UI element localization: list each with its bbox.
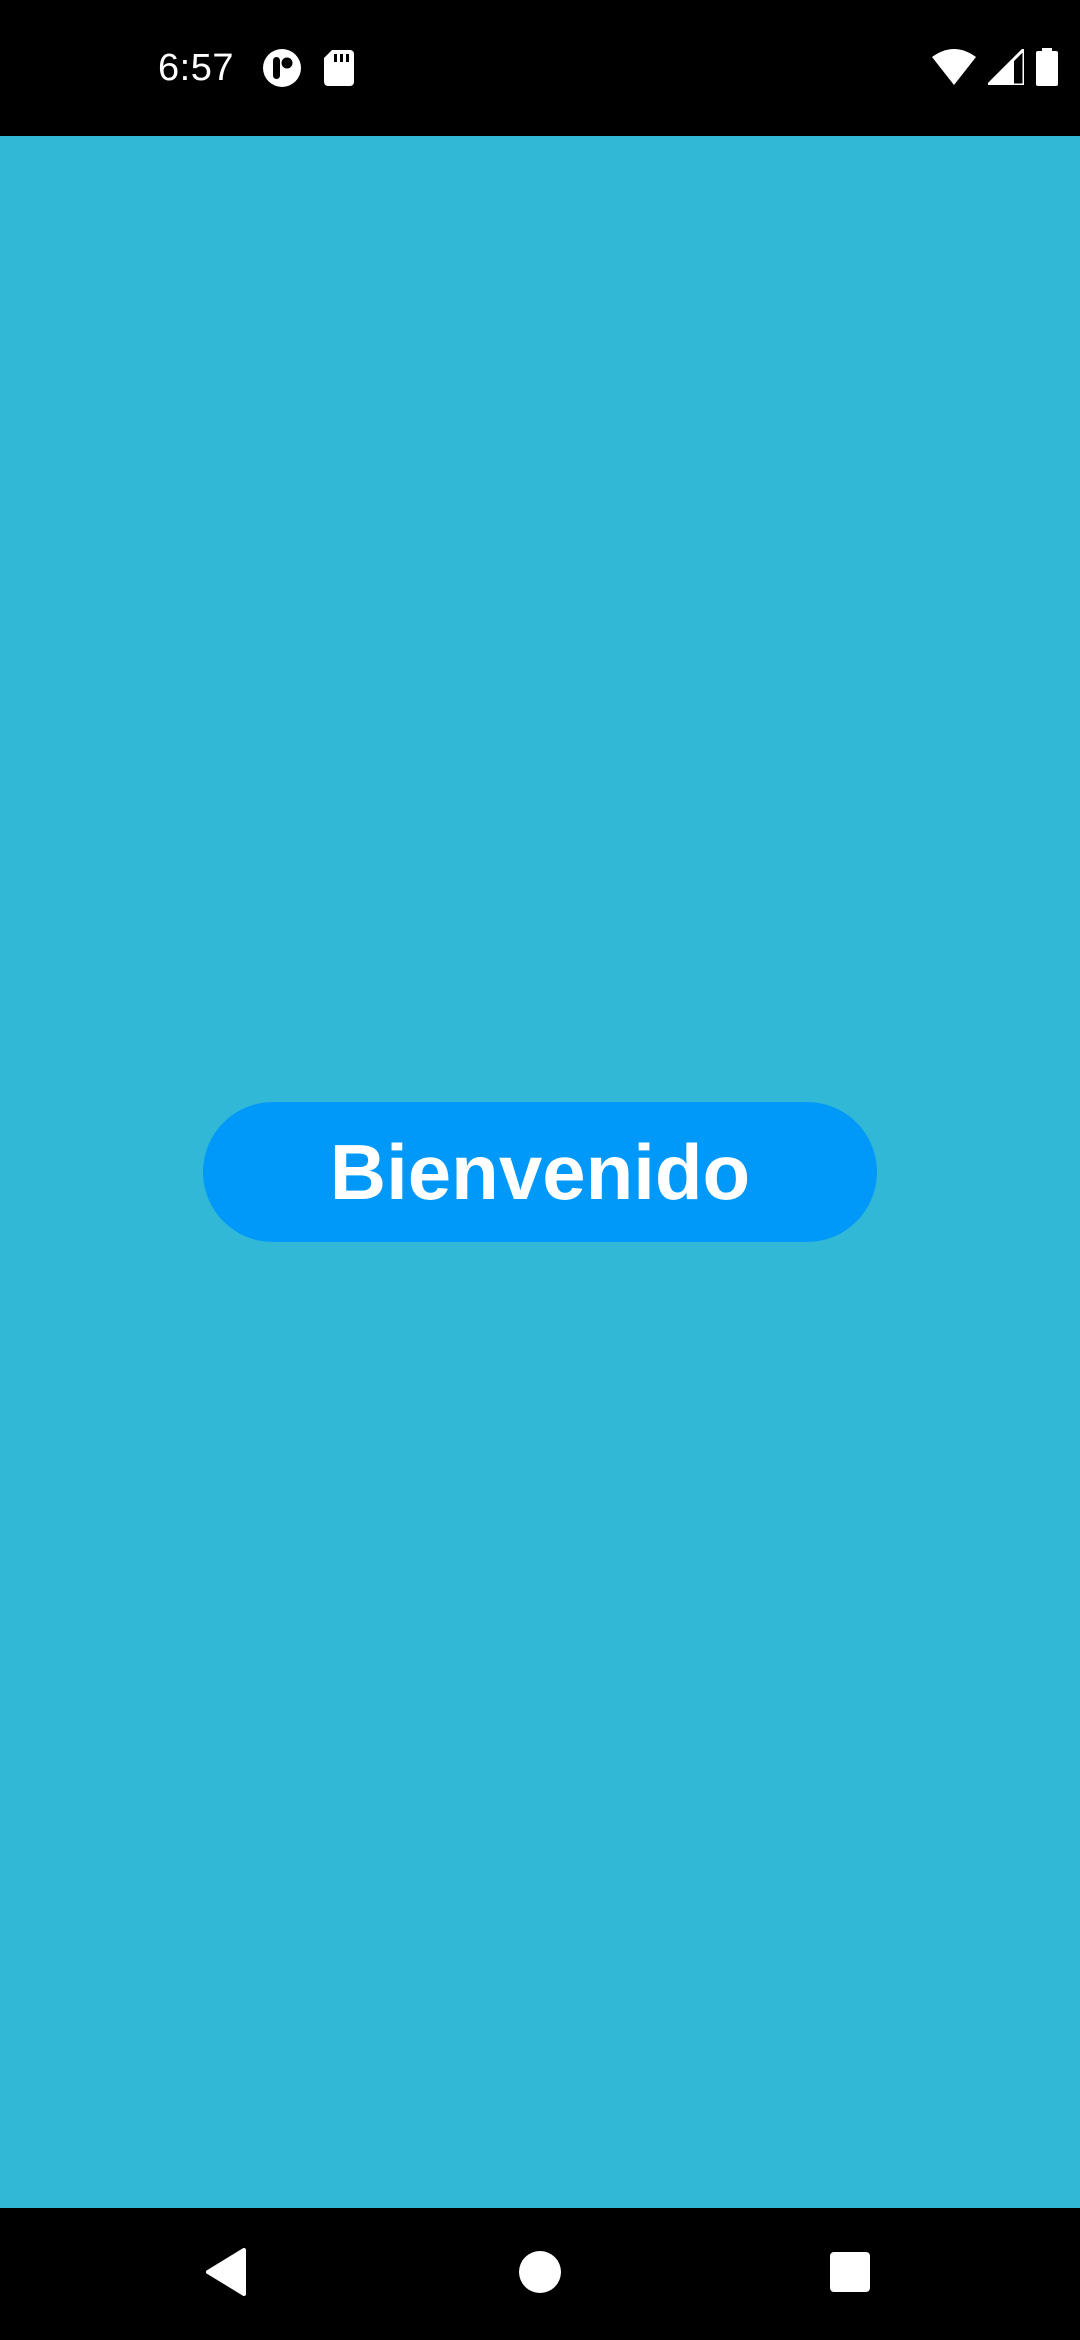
recents-button[interactable] — [810, 2234, 890, 2314]
status-bar: 6:57 — [0, 0, 1080, 136]
app-notification-icon — [262, 48, 302, 93]
back-button[interactable] — [186, 2234, 266, 2314]
battery-icon — [1036, 48, 1058, 91]
status-left-icons — [262, 48, 354, 93]
wifi-icon — [932, 49, 976, 90]
home-circle-icon — [518, 2250, 562, 2299]
welcome-button[interactable]: Bienvenido — [203, 1102, 877, 1242]
back-triangle-icon — [204, 2247, 248, 2301]
status-time: 6:57 — [158, 47, 234, 89]
sd-card-icon — [324, 50, 354, 91]
app-screen: 6:57 Bienvenido — [0, 0, 1080, 2340]
status-right-icons — [932, 45, 1058, 91]
home-button[interactable] — [500, 2234, 580, 2314]
recents-square-icon — [828, 2250, 872, 2299]
navigation-bar — [0, 2208, 1080, 2340]
cellular-signal-icon — [984, 45, 1026, 90]
main-content: Bienvenido — [0, 136, 1080, 2208]
